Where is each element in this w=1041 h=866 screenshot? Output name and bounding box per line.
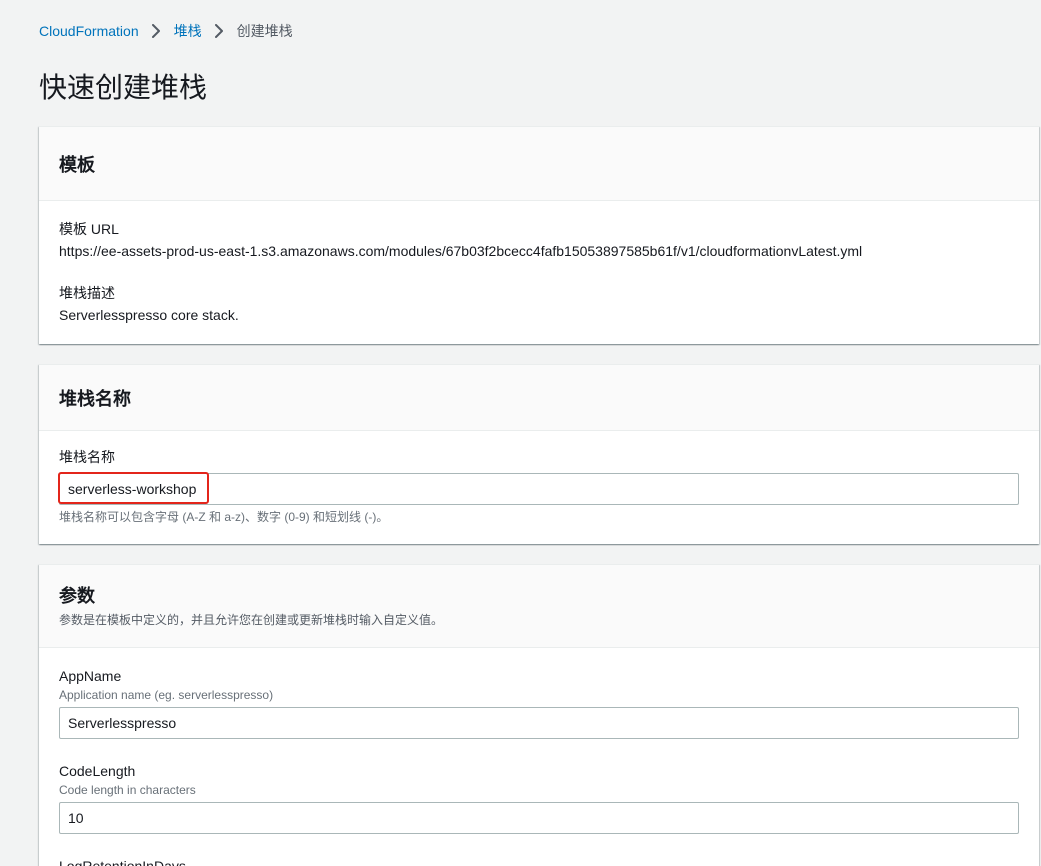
param-codelength: CodeLength Code length in characters [59, 761, 1019, 834]
breadcrumb-stacks[interactable]: 堆栈 [174, 21, 202, 41]
stack-name-panel-title: 堆栈名称 [59, 388, 131, 409]
param-codelength-input[interactable] [59, 802, 1019, 834]
parameters-panel: 参数 参数是在模板中定义的，并且允许您在创建或更新堆栈时输入自定义值。 AppN… [39, 564, 1039, 866]
breadcrumb: CloudFormation 堆栈 创建堆栈 [39, 21, 293, 41]
parameters-panel-description: 参数是在模板中定义的，并且允许您在创建或更新堆栈时输入自定义值。 [59, 613, 444, 627]
page-title: 快速创建堆栈 [39, 72, 208, 103]
param-appname-label: AppName [59, 668, 122, 684]
stack-name-input[interactable] [59, 473, 1019, 505]
param-logretentionindays-label: LogRetentionInDays [59, 858, 186, 866]
template-panel-title: 模板 [59, 154, 95, 175]
param-codelength-description: Code length in characters [59, 783, 196, 797]
chevron-right-icon [214, 24, 224, 38]
breadcrumb-create-stack: 创建堆栈 [236, 23, 293, 39]
parameters-panel-title: 参数 [59, 586, 95, 606]
stack-description-value: Serverlesspresso core stack. [59, 307, 239, 323]
param-appname: AppName Application name (eg. serverless… [59, 666, 1019, 739]
stack-name-hint: 堆栈名称可以包含字母 (A-Z 和 a-z)、数字 (0-9) 和短划线 (-)… [59, 510, 389, 524]
param-appname-input[interactable] [59, 707, 1019, 739]
chevron-right-icon [151, 24, 161, 38]
stack-name-label: 堆栈名称 [59, 449, 115, 465]
stack-name-panel-header: 堆栈名称 [39, 365, 1039, 431]
template-panel: 模板 模板 URL https://ee-assets-prod-us-east… [39, 126, 1039, 344]
template-url-label: 模板 URL [59, 221, 119, 237]
param-logretentionindays: LogRetentionInDays [59, 856, 1019, 866]
parameters-panel-header: 参数 参数是在模板中定义的，并且允许您在创建或更新堆栈时输入自定义值。 [39, 565, 1039, 648]
stack-name-panel: 堆栈名称 堆栈名称 堆栈名称可以包含字母 (A-Z 和 a-z)、数字 (0-9… [39, 364, 1039, 544]
param-codelength-label: CodeLength [59, 763, 136, 779]
template-panel-header: 模板 [39, 127, 1039, 201]
cloudformation-quick-create-page: CloudFormation 堆栈 创建堆栈 快速创建堆栈 模板 模板 URL … [0, 0, 1041, 866]
breadcrumb-cloudformation[interactable]: CloudFormation [39, 21, 139, 41]
stack-description-label: 堆栈描述 [59, 285, 115, 301]
template-url-value: https://ee-assets-prod-us-east-1.s3.amaz… [59, 243, 863, 259]
param-appname-description: Application name (eg. serverlesspresso) [59, 688, 274, 702]
